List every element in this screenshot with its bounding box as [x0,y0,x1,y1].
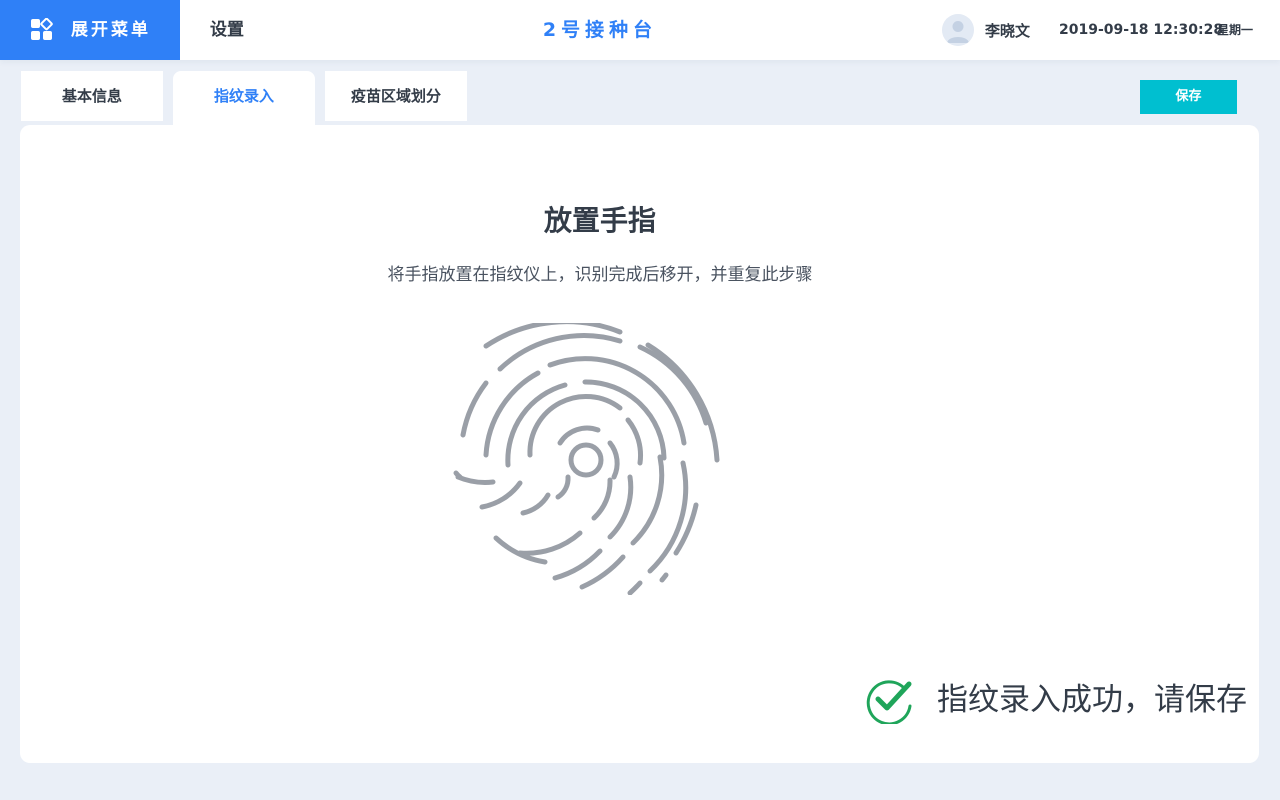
expand-menu-button[interactable]: 展开菜单 [0,0,180,60]
tab-vaccine-zones[interactable]: 疫苗区域划分 [325,71,467,121]
fingerprint-instruction: 将手指放置在指纹仪上，识别完成后移开，并重复此步骤 [387,265,813,285]
tab-fingerprint-entry[interactable]: 指纹录入 [173,71,315,127]
grid-menu-icon [31,18,53,40]
page-title: 设置 [210,20,244,40]
save-button[interactable]: 保存 [1140,80,1237,114]
station-title: 2号接种台 [542,19,658,41]
user-avatar[interactable] [942,14,974,46]
avatar-person-icon [942,14,974,46]
fingerprint-icon [453,323,720,595]
success-message: 指纹录入成功，请保存 [937,682,1247,718]
fingerprint-panel: 放置手指 将手指放置在指纹仪上，识别完成后移开，并重复此步骤 指纹录入成功，请保… [20,125,1259,763]
top-header: 展开菜单 设置 2号接种台 李晓文 2019-09-18 12:30:28 星期… [0,0,1280,60]
success-notice: 指纹录入成功，请保存 [866,675,1247,725]
expand-menu-label: 展开菜单 [71,20,151,40]
user-name[interactable]: 李晓文 [985,21,1030,41]
place-finger-heading: 放置手指 [543,204,656,237]
check-circle-icon [866,680,912,724]
tab-basic-info[interactable]: 基本信息 [21,71,163,121]
current-datetime: 2019-09-18 12:30:28 [1059,22,1224,38]
current-weekday: 星期一 [1217,23,1254,37]
